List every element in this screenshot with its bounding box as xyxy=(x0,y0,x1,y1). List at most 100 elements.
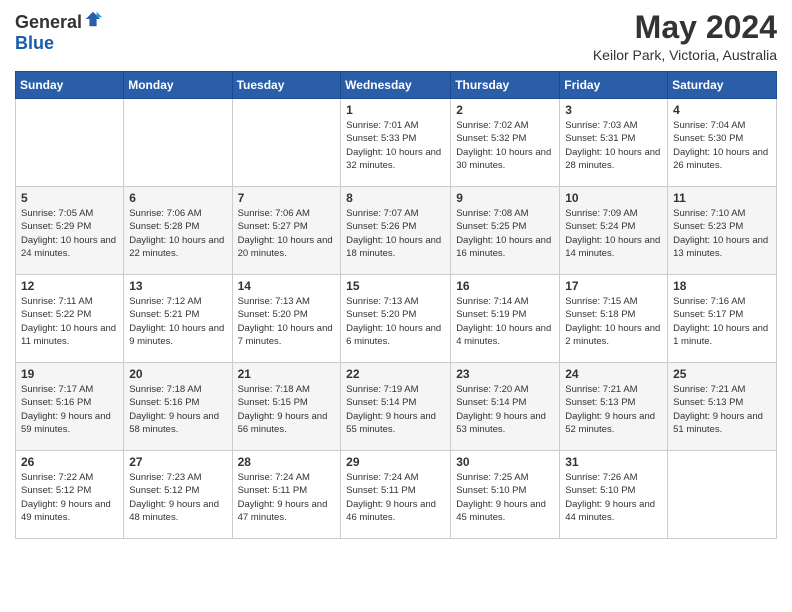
day-number: 10 xyxy=(565,191,662,205)
calendar-table: SundayMondayTuesdayWednesdayThursdayFrid… xyxy=(15,71,777,539)
day-number: 27 xyxy=(129,455,226,469)
day-info: Sunrise: 7:03 AMSunset: 5:31 PMDaylight:… xyxy=(565,119,662,172)
calendar-cell: 12 Sunrise: 7:11 AMSunset: 5:22 PMDayligh… xyxy=(16,275,124,363)
day-info: Sunrise: 7:13 AMSunset: 5:20 PMDaylight:… xyxy=(346,295,445,348)
calendar-week-row: 5 Sunrise: 7:05 AMSunset: 5:29 PMDaylight… xyxy=(16,187,777,275)
day-number: 29 xyxy=(346,455,445,469)
day-number: 5 xyxy=(21,191,118,205)
day-info: Sunrise: 7:21 AMSunset: 5:13 PMDaylight:… xyxy=(673,383,771,436)
calendar-cell: 31 Sunrise: 7:26 AMSunset: 5:10 PMDayligh… xyxy=(560,451,668,539)
day-header-monday: Monday xyxy=(124,72,232,99)
calendar-cell: 15 Sunrise: 7:13 AMSunset: 5:20 PMDayligh… xyxy=(341,275,451,363)
calendar-header-row: SundayMondayTuesdayWednesdayThursdayFrid… xyxy=(16,72,777,99)
calendar-cell: 5 Sunrise: 7:05 AMSunset: 5:29 PMDaylight… xyxy=(16,187,124,275)
calendar-cell: 20 Sunrise: 7:18 AMSunset: 5:16 PMDayligh… xyxy=(124,363,232,451)
calendar-cell: 23 Sunrise: 7:20 AMSunset: 5:14 PMDayligh… xyxy=(451,363,560,451)
day-number: 15 xyxy=(346,279,445,293)
day-header-wednesday: Wednesday xyxy=(341,72,451,99)
calendar-cell: 14 Sunrise: 7:13 AMSunset: 5:20 PMDayligh… xyxy=(232,275,341,363)
day-number: 2 xyxy=(456,103,554,117)
day-info: Sunrise: 7:02 AMSunset: 5:32 PMDaylight:… xyxy=(456,119,554,172)
day-header-sunday: Sunday xyxy=(16,72,124,99)
day-number: 16 xyxy=(456,279,554,293)
calendar-cell: 27 Sunrise: 7:23 AMSunset: 5:12 PMDayligh… xyxy=(124,451,232,539)
calendar-cell: 24Sunrise: 7:21 AMSunset: 5:13 PMDayligh… xyxy=(560,363,668,451)
logo-general-text: General xyxy=(15,12,82,33)
day-info: Sunrise: 7:18 AMSunset: 5:16 PMDaylight:… xyxy=(129,383,226,436)
calendar-cell: 28 Sunrise: 7:24 AMSunset: 5:11 PMDayligh… xyxy=(232,451,341,539)
calendar-cell: 2 Sunrise: 7:02 AMSunset: 5:32 PMDaylight… xyxy=(451,99,560,187)
day-number: 19 xyxy=(21,367,118,381)
day-info: Sunrise: 7:06 AMSunset: 5:28 PMDaylight:… xyxy=(129,207,226,260)
day-info: Sunrise: 7:26 AMSunset: 5:10 PMDaylight:… xyxy=(565,471,662,524)
day-number: 8 xyxy=(346,191,445,205)
title-section: May 2024 Keilor Park, Victoria, Australi… xyxy=(593,10,777,63)
day-header-friday: Friday xyxy=(560,72,668,99)
header: General Blue May 2024 Keilor Park, Victo… xyxy=(15,10,777,63)
logo-blue-text: Blue xyxy=(15,33,54,54)
calendar-cell xyxy=(668,451,777,539)
calendar-week-row: 26 Sunrise: 7:22 AMSunset: 5:12 PMDayligh… xyxy=(16,451,777,539)
calendar-cell: 29Sunrise: 7:24 AMSunset: 5:11 PMDayligh… xyxy=(341,451,451,539)
month-title: May 2024 xyxy=(593,10,777,45)
calendar-cell: 22 Sunrise: 7:19 AMSunset: 5:14 PMDayligh… xyxy=(341,363,451,451)
calendar-cell: 16Sunrise: 7:14 AMSunset: 5:19 PMDayligh… xyxy=(451,275,560,363)
location-title: Keilor Park, Victoria, Australia xyxy=(593,47,777,63)
logo: General Blue xyxy=(15,10,102,54)
day-number: 20 xyxy=(129,367,226,381)
day-info: Sunrise: 7:09 AMSunset: 5:24 PMDaylight:… xyxy=(565,207,662,260)
calendar-cell: 30 Sunrise: 7:25 AMSunset: 5:10 PMDayligh… xyxy=(451,451,560,539)
day-header-saturday: Saturday xyxy=(668,72,777,99)
calendar-cell: 10 Sunrise: 7:09 AMSunset: 5:24 PMDayligh… xyxy=(560,187,668,275)
day-info: Sunrise: 7:22 AMSunset: 5:12 PMDaylight:… xyxy=(21,471,118,524)
day-number: 6 xyxy=(129,191,226,205)
logo-icon xyxy=(84,10,102,28)
calendar-cell xyxy=(16,99,124,187)
day-number: 17 xyxy=(565,279,662,293)
day-number: 24 xyxy=(565,367,662,381)
calendar-cell: 4Sunrise: 7:04 AMSunset: 5:30 PMDaylight… xyxy=(668,99,777,187)
day-info: Sunrise: 7:20 AMSunset: 5:14 PMDaylight:… xyxy=(456,383,554,436)
page: General Blue May 2024 Keilor Park, Victo… xyxy=(0,0,792,549)
day-number: 31 xyxy=(565,455,662,469)
day-info: Sunrise: 7:12 AMSunset: 5:21 PMDaylight:… xyxy=(129,295,226,348)
day-number: 28 xyxy=(238,455,336,469)
day-number: 22 xyxy=(346,367,445,381)
day-info: Sunrise: 7:10 AMSunset: 5:23 PMDaylight:… xyxy=(673,207,771,260)
calendar-cell: 13 Sunrise: 7:12 AMSunset: 5:21 PMDayligh… xyxy=(124,275,232,363)
day-number: 26 xyxy=(21,455,118,469)
calendar-cell: 8Sunrise: 7:07 AMSunset: 5:26 PMDaylight… xyxy=(341,187,451,275)
day-number: 12 xyxy=(21,279,118,293)
calendar-cell: 25Sunrise: 7:21 AMSunset: 5:13 PMDayligh… xyxy=(668,363,777,451)
calendar-cell: 7Sunrise: 7:06 AMSunset: 5:27 PMDaylight… xyxy=(232,187,341,275)
day-info: Sunrise: 7:17 AMSunset: 5:16 PMDaylight:… xyxy=(21,383,118,436)
calendar-cell: 6 Sunrise: 7:06 AMSunset: 5:28 PMDaylight… xyxy=(124,187,232,275)
calendar-cell: 21Sunrise: 7:18 AMSunset: 5:15 PMDayligh… xyxy=(232,363,341,451)
day-info: Sunrise: 7:06 AMSunset: 5:27 PMDaylight:… xyxy=(238,207,336,260)
day-info: Sunrise: 7:13 AMSunset: 5:20 PMDaylight:… xyxy=(238,295,336,348)
day-number: 13 xyxy=(129,279,226,293)
calendar-week-row: 12 Sunrise: 7:11 AMSunset: 5:22 PMDayligh… xyxy=(16,275,777,363)
calendar-cell xyxy=(124,99,232,187)
day-info: Sunrise: 7:24 AMSunset: 5:11 PMDaylight:… xyxy=(238,471,336,524)
day-info: Sunrise: 7:11 AMSunset: 5:22 PMDaylight:… xyxy=(21,295,118,348)
day-info: Sunrise: 7:08 AMSunset: 5:25 PMDaylight:… xyxy=(456,207,554,260)
day-number: 30 xyxy=(456,455,554,469)
day-info: Sunrise: 7:16 AMSunset: 5:17 PMDaylight:… xyxy=(673,295,771,348)
calendar-cell: 17Sunrise: 7:15 AMSunset: 5:18 PMDayligh… xyxy=(560,275,668,363)
day-number: 18 xyxy=(673,279,771,293)
day-info: Sunrise: 7:25 AMSunset: 5:10 PMDaylight:… xyxy=(456,471,554,524)
day-number: 23 xyxy=(456,367,554,381)
day-info: Sunrise: 7:23 AMSunset: 5:12 PMDaylight:… xyxy=(129,471,226,524)
calendar-cell: 1Sunrise: 7:01 AMSunset: 5:33 PMDaylight… xyxy=(341,99,451,187)
day-info: Sunrise: 7:05 AMSunset: 5:29 PMDaylight:… xyxy=(21,207,118,260)
day-number: 14 xyxy=(238,279,336,293)
day-number: 3 xyxy=(565,103,662,117)
calendar-week-row: 1Sunrise: 7:01 AMSunset: 5:33 PMDaylight… xyxy=(16,99,777,187)
day-header-thursday: Thursday xyxy=(451,72,560,99)
day-info: Sunrise: 7:01 AMSunset: 5:33 PMDaylight:… xyxy=(346,119,445,172)
calendar-cell xyxy=(232,99,341,187)
day-header-tuesday: Tuesday xyxy=(232,72,341,99)
day-info: Sunrise: 7:19 AMSunset: 5:14 PMDaylight:… xyxy=(346,383,445,436)
calendar-cell: 11Sunrise: 7:10 AMSunset: 5:23 PMDayligh… xyxy=(668,187,777,275)
